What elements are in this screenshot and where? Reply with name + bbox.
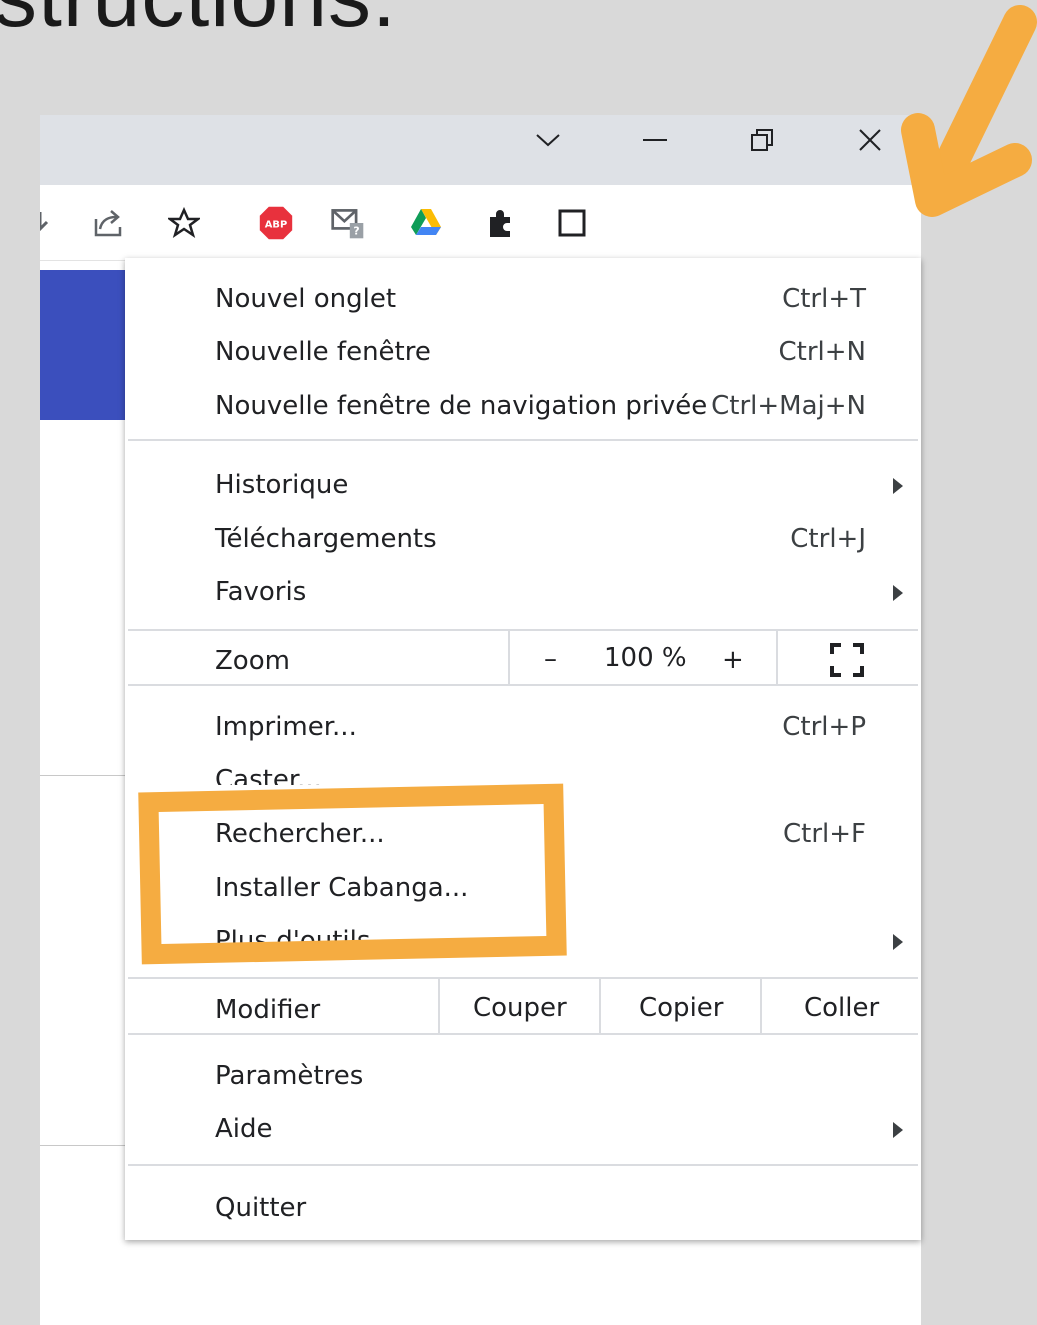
zoom-label: Zoom: [215, 646, 290, 676]
menu-separator: [128, 977, 918, 979]
menu-item-label: Nouvelle fenêtre: [215, 337, 431, 367]
menu-item-shortcut: Ctrl+F: [782, 819, 866, 849]
menu-separator: [128, 439, 918, 441]
menu-item-label: Nouvelle fenêtre de navigation privée: [215, 391, 708, 421]
submenu-arrow-icon: [893, 934, 903, 950]
menu-item-label: Téléchargements: [215, 524, 437, 554]
annotation-highlight-box: [138, 783, 567, 965]
menu-item-label: Imprimer...: [215, 712, 357, 742]
zoom-level: 100 %: [604, 643, 687, 673]
zoom-divider: [776, 631, 778, 686]
menu-item-label: Historique: [215, 470, 349, 500]
menu-item-bookmarks[interactable]: Favoris: [125, 567, 921, 617]
menu-item-label: Aide: [215, 1114, 273, 1144]
minimize-icon[interactable]: [625, 115, 685, 165]
download-icon[interactable]: [40, 205, 58, 241]
submenu-arrow-icon: [893, 478, 903, 494]
menu-item-shortcut: Ctrl+J: [790, 524, 866, 554]
menu-item-shortcut: Ctrl+T: [782, 284, 866, 314]
cut-button[interactable]: Couper: [473, 993, 567, 1023]
page-divider: [40, 775, 126, 776]
side-panel-icon[interactable]: [554, 205, 590, 241]
title-bar: [40, 115, 921, 185]
share-icon[interactable]: [90, 205, 126, 241]
drive-icon[interactable]: [408, 205, 444, 241]
star-icon[interactable]: [166, 205, 202, 241]
edit-label: Modifier: [215, 995, 321, 1025]
menu-item-history[interactable]: Historique: [125, 460, 921, 510]
menu-item-settings[interactable]: Paramètres: [125, 1051, 921, 1101]
zoom-in-button[interactable]: +: [722, 645, 744, 675]
abp-label: ABP: [265, 220, 287, 231]
menu-item-shortcut: Ctrl+Maj+N: [711, 391, 866, 421]
fullscreen-icon[interactable]: [829, 642, 865, 685]
submenu-arrow-icon: [893, 585, 903, 601]
restore-icon[interactable]: [732, 115, 792, 165]
menu-item-label: Caster...: [215, 765, 322, 785]
menu-item-print[interactable]: Imprimer... Ctrl+P: [125, 702, 921, 752]
menu-item-help[interactable]: Aide: [125, 1104, 921, 1154]
menu-item-label: Favoris: [215, 577, 307, 607]
menu-item-downloads[interactable]: Téléchargements Ctrl+J: [125, 514, 921, 564]
zoom-out-button[interactable]: –: [544, 644, 557, 674]
menu-item-new-tab[interactable]: Nouvel onglet Ctrl+T: [125, 274, 921, 324]
copy-button[interactable]: Copier: [639, 993, 723, 1023]
instructions-heading: structions:: [0, 0, 397, 47]
edit-divider: [599, 979, 601, 1034]
menu-item-cast[interactable]: Caster...: [125, 755, 921, 785]
menu-item-shortcut: Ctrl+N: [778, 337, 867, 367]
menu-separator: [128, 684, 918, 686]
extensions-icon[interactable]: [482, 205, 518, 241]
submenu-arrow-icon: [893, 1122, 903, 1138]
menu-separator: [128, 1033, 918, 1035]
annotation-arrow-icon: [901, 5, 1037, 217]
page-divider: [40, 1145, 126, 1146]
edit-divider: [760, 979, 762, 1034]
gmail-checker-icon[interactable]: ?: [330, 205, 366, 241]
menu-item-label: Paramètres: [215, 1061, 364, 1091]
menu-separator: [128, 629, 918, 631]
menu-item-label: Quitter: [215, 1193, 307, 1223]
paste-button[interactable]: Coller: [804, 993, 879, 1023]
menu-zoom-row: Zoom: [125, 636, 921, 686]
page-header-bar: [40, 270, 126, 420]
tab-search-chevron-icon[interactable]: [518, 115, 578, 165]
svg-text:?: ?: [353, 225, 359, 238]
abp-icon[interactable]: ABP: [258, 205, 294, 241]
menu-separator: [128, 1164, 918, 1166]
menu-item-new-window[interactable]: Nouvelle fenêtre Ctrl+N: [125, 327, 921, 377]
chrome-main-menu: Nouvel onglet Ctrl+T Nouvelle fenêtre Ct…: [125, 258, 921, 1240]
edit-divider: [438, 979, 440, 1034]
menu-item-shortcut: Ctrl+P: [782, 712, 866, 742]
browser-toolbar: ABP ?: [40, 185, 921, 329]
menu-item-label: Nouvel onglet: [215, 284, 397, 314]
menu-item-quit[interactable]: Quitter: [125, 1183, 921, 1233]
zoom-divider: [508, 631, 510, 686]
menu-item-new-incognito-window[interactable]: Nouvelle fenêtre de navigation privée Ct…: [125, 381, 921, 431]
